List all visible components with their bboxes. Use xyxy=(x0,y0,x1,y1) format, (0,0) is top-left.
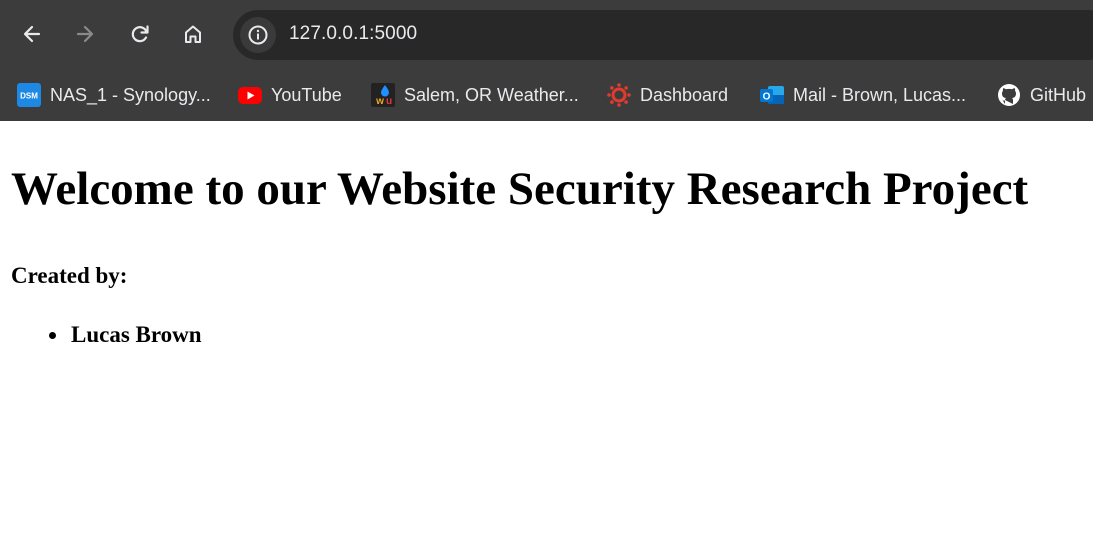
canvas-icon xyxy=(607,83,631,107)
github-icon xyxy=(997,83,1021,107)
svg-text:u: u xyxy=(386,96,392,107)
back-button[interactable] xyxy=(15,17,49,51)
svg-text:O: O xyxy=(763,92,771,103)
bookmark-weather[interactable]: w u Salem, OR Weather... xyxy=(371,78,579,112)
page-title: Welcome to our Website Security Research… xyxy=(11,163,1029,215)
bookmark-label: YouTube xyxy=(271,84,342,105)
bookmarks-bar: DSM NAS_1 - Synology... YouTube w u Sale… xyxy=(0,70,1093,121)
address-bar[interactable]: 127.0.0.1:5000 xyxy=(233,10,1093,60)
bullet xyxy=(49,332,56,339)
forward-button[interactable] xyxy=(68,17,102,51)
bookmark-github[interactable]: GitHub xyxy=(997,78,1086,112)
page-content: Welcome to our Website Security Research… xyxy=(0,121,1093,551)
arrow-right-icon xyxy=(76,25,94,43)
youtube-icon xyxy=(238,83,262,107)
arrow-left-icon xyxy=(23,25,41,43)
bookmark-label: Mail - Brown, Lucas... xyxy=(793,84,967,105)
browser-chrome: 127.0.0.1:5000 DSM NAS_1 - Synology... Y… xyxy=(0,0,1093,121)
site-info-button[interactable] xyxy=(240,17,276,53)
home-button[interactable] xyxy=(176,17,210,51)
list-item: Lucas Brown xyxy=(0,321,202,349)
bookmark-mail[interactable]: O Mail - Brown, Lucas... xyxy=(760,78,966,112)
created-by-heading: Created by: xyxy=(11,263,128,288)
url-text[interactable]: 127.0.0.1:5000 xyxy=(289,23,417,45)
browser-toolbar: 127.0.0.1:5000 xyxy=(0,0,1093,70)
reload-button[interactable] xyxy=(123,17,157,51)
home-icon xyxy=(185,25,201,43)
reload-icon xyxy=(131,25,149,43)
bookmark-label: Salem, OR Weather... xyxy=(404,84,579,105)
bookmark-label: NAS_1 - Synology... xyxy=(50,84,211,105)
bookmark-label: GitHub xyxy=(1030,84,1087,105)
bookmark-nas[interactable]: DSM NAS_1 - Synology... xyxy=(17,78,211,112)
info-icon xyxy=(248,25,268,45)
bookmark-label: Dashboard xyxy=(640,84,729,105)
author-name: Lucas Brown xyxy=(71,322,202,347)
bookmark-youtube[interactable]: YouTube xyxy=(238,78,342,112)
author-list: Lucas Brown xyxy=(0,321,202,349)
outlook-icon: O xyxy=(760,83,784,107)
bookmark-dashboard[interactable]: Dashboard xyxy=(607,78,728,112)
svg-text:DSM: DSM xyxy=(20,92,38,101)
svg-text:w: w xyxy=(375,96,384,107)
dsm-icon: DSM xyxy=(17,83,41,107)
wunderground-icon: w u xyxy=(371,83,395,107)
